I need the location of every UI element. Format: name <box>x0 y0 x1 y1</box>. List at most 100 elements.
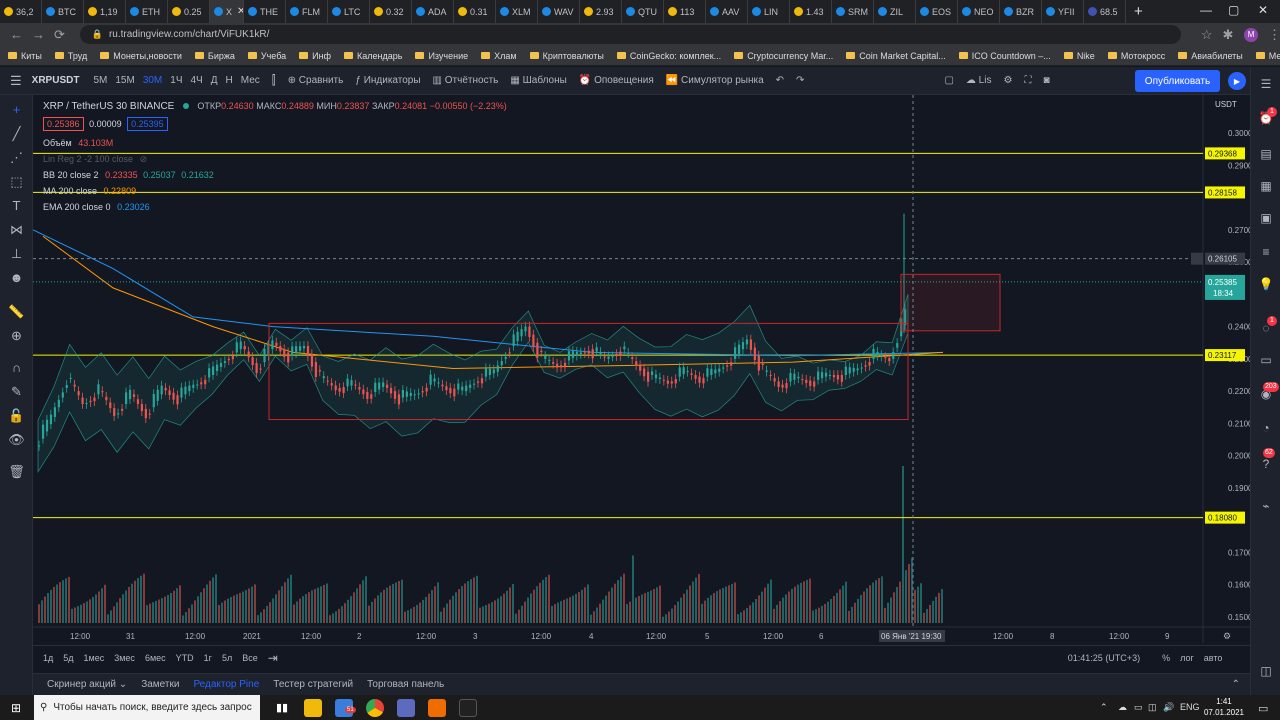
bookmark-item[interactable]: Труд <box>54 51 87 61</box>
hamburger-menu-icon[interactable]: ☰ <box>10 73 22 89</box>
bookmark-item[interactable]: Криптовалюты <box>529 51 604 61</box>
star-icon[interactable]: ☆ <box>1201 27 1213 43</box>
bookmark-item[interactable]: Инф <box>299 51 331 61</box>
menu-dots-icon[interactable]: ⋮ <box>1268 27 1280 43</box>
sell-price[interactable]: 0.25386 <box>43 117 84 131</box>
bookmark-item[interactable]: Киты <box>8 51 42 61</box>
interval-3[interactable]: 1Ч <box>170 75 182 86</box>
bookmark-item[interactable]: Монеты,новости <box>100 51 182 61</box>
browser-tab[interactable]: ZIL <box>874 0 916 23</box>
undo-icon[interactable]: ↶ <box>776 75 784 86</box>
layout-switch-icon[interactable]: ◫ <box>1257 662 1275 680</box>
interval-6[interactable]: Н <box>226 75 233 86</box>
templates-button[interactable]: ▦ Шаблоны <box>510 75 566 86</box>
browser-tab[interactable]: NEO <box>958 0 1000 23</box>
browser-tab[interactable]: 1,19 <box>84 0 126 23</box>
bookmark-item[interactable]: Календарь <box>344 51 402 61</box>
layout-name[interactable]: ☁ Lis <box>966 75 992 86</box>
data-window-icon[interactable]: ▤ <box>1257 145 1275 163</box>
network-icon[interactable]: ◫ <box>1148 702 1157 713</box>
panel-tab-screener[interactable]: Скринер акций ⌄ <box>47 679 127 690</box>
trading-panel-toggle-icon[interactable]: ▶ <box>1228 72 1246 90</box>
browser-tab[interactable]: 1.43 <box>790 0 832 23</box>
taskbar-search[interactable]: ⚲ Чтобы начать поиск, введите здесь запр… <box>34 695 260 720</box>
file-explorer-icon[interactable] <box>304 698 322 717</box>
browser-tab[interactable]: 0.25 <box>168 0 210 23</box>
calendar-icon[interactable]: ▦ <box>1257 177 1275 195</box>
panel-tab-notes[interactable]: Заметки <box>141 679 179 690</box>
range-0[interactable]: 1д <box>43 653 53 663</box>
publish-button[interactable]: Опубликовать <box>1135 70 1220 92</box>
prediction-tool-icon[interactable]: ⊥ <box>8 245 25 262</box>
watchlist-icon[interactable]: ☰ <box>1257 75 1275 93</box>
compare-button[interactable]: ⊕ Сравнить <box>288 75 344 86</box>
browser-tab[interactable]: 0.31 <box>454 0 496 23</box>
profile-avatar[interactable]: M <box>1244 27 1258 42</box>
alerts-button[interactable]: ⏰ Оповещения <box>579 75 654 86</box>
log-toggle[interactable]: лог <box>1180 653 1194 663</box>
range-6[interactable]: 1г <box>204 653 212 663</box>
range-5[interactable]: YTD <box>176 653 194 663</box>
pattern-tool-icon[interactable]: ⋈ <box>8 221 25 238</box>
browser-tab[interactable]: EOS <box>916 0 958 23</box>
collapse-panel-icon[interactable]: ⌃ <box>1232 679 1240 690</box>
linreg-legend[interactable]: Lin Reg 2 -2 100 close ⊘ <box>43 154 147 165</box>
settings-gear-icon[interactable]: ⚙ <box>1003 75 1012 86</box>
chart-style-icon[interactable]: ⫿ <box>272 73 276 88</box>
app-badge-icon[interactable]: 51 <box>335 698 356 717</box>
interval-5[interactable]: Д <box>211 75 218 86</box>
lock-drawings-icon[interactable]: 🔓 <box>8 407 25 424</box>
bookmark-item[interactable]: Coin Market Capital... <box>846 51 946 61</box>
snapshot-camera-icon[interactable]: ◙ <box>1043 75 1049 86</box>
interval-1[interactable]: 15М <box>115 75 134 86</box>
tray-icon-1[interactable]: ☁ <box>1118 702 1127 713</box>
url-input[interactable]: 🔒 ru.tradingview.com/chart/ViFUK1kR/ <box>79 25 1181 44</box>
task-view-icon[interactable]: ▮▮ <box>273 699 291 717</box>
auto-toggle[interactable]: авто <box>1204 653 1223 663</box>
bookmark-item[interactable]: Мотокросс <box>1107 51 1165 61</box>
browser-tab[interactable]: WAV <box>538 0 580 23</box>
browser-tab[interactable]: ADA <box>412 0 454 23</box>
bookmark-item[interactable]: Изучение <box>415 51 468 61</box>
notifications-icon[interactable]: ◔ <box>1257 419 1275 437</box>
range-8[interactable]: Все <box>242 653 258 663</box>
redo-icon[interactable]: ↷ <box>796 75 804 86</box>
chart-canvas[interactable]: USDT0.300000.290000.270000.260000.240000… <box>33 95 1250 643</box>
interval-4[interactable]: 4Ч <box>191 75 203 86</box>
buy-price[interactable]: 0.25395 <box>127 117 168 131</box>
zoom-icon[interactable]: ⊕ <box>8 327 25 344</box>
browser-tab[interactable]: THE <box>244 0 286 23</box>
bookmark-item[interactable]: Авиабилеты <box>1178 51 1243 61</box>
chart-area[interactable]: USDT0.300000.290000.270000.260000.240000… <box>33 95 1250 643</box>
notification-center-icon[interactable]: ▭ <box>1258 702 1268 715</box>
close-tab-icon[interactable]: ✕ <box>237 6 243 17</box>
fullscreen-icon[interactable]: ⛶ <box>1024 75 1031 86</box>
taskbar-clock[interactable]: 1:41 07.01.2021 <box>1204 696 1244 718</box>
range-1[interactable]: 5д <box>63 653 73 663</box>
layout-icon[interactable]: ▢ <box>944 75 953 86</box>
browser-tab[interactable]: SRM <box>832 0 874 23</box>
browser-tab[interactable]: 2.93 <box>580 0 622 23</box>
browser-tab[interactable]: 68.5 <box>1084 0 1126 23</box>
maximize-icon[interactable]: ▢ <box>1228 3 1239 17</box>
messages-icon[interactable]: ▭ <box>1257 351 1275 369</box>
browser-tab[interactable]: XLM <box>496 0 538 23</box>
bookmark-item[interactable]: Учеба <box>247 51 286 61</box>
lang-indicator[interactable]: ENG <box>1180 702 1200 712</box>
browser-tab[interactable]: X✕ <box>210 0 244 23</box>
range-4[interactable]: 6мес <box>145 653 166 663</box>
drawings-bell-icon[interactable]: ⌁ <box>1257 497 1275 515</box>
browser-tab[interactable]: BZR <box>1000 0 1042 23</box>
text-tool-icon[interactable]: T <box>8 197 25 214</box>
bookmark-item[interactable]: Nike <box>1063 51 1095 61</box>
app-icon-4[interactable] <box>459 698 477 717</box>
reports-button[interactable]: ▥ Отчётность <box>433 75 499 86</box>
panel-tab-tester[interactable]: Тестер стратегий <box>273 679 353 690</box>
reload-icon[interactable]: ⟳ <box>54 27 66 43</box>
range-2[interactable]: 1мес <box>84 653 105 663</box>
panel-tab-trading[interactable]: Торговая панель <box>367 679 444 690</box>
magnet-icon[interactable]: ∩ <box>8 359 25 376</box>
forward-icon[interactable]: → <box>32 27 45 42</box>
crosshair-icon[interactable]: + <box>8 101 25 118</box>
clock-text[interactable]: 01:41:25 (UTC+3) <box>1068 653 1140 663</box>
